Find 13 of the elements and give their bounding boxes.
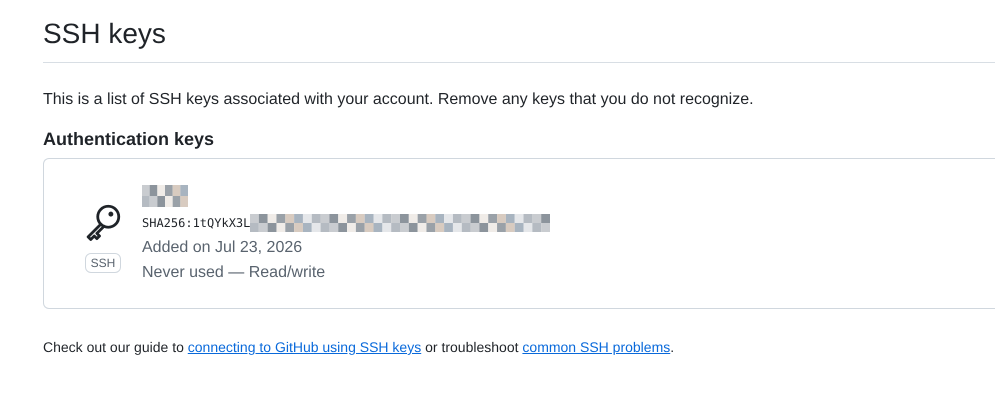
key-type-label: SSH [84, 253, 122, 273]
help-words: or troubleshoot [424, 339, 520, 355]
page-title: SSH keys [43, 18, 995, 63]
help-link[interactable]: connecting to GitHub using SSH keys [188, 339, 422, 355]
section-title: Authentication keys [43, 129, 216, 150]
help-link[interactable]: common SSH problems [522, 339, 670, 355]
usage-info: Never used — Read/write [142, 264, 326, 282]
key-fingerprint: SHA256:1tQYkX3L [142, 216, 250, 230]
added-date: Added on Jul 23, 2026 [142, 239, 304, 257]
help-words: Check out our guide to [43, 339, 185, 355]
intro-text: This is a list of SSH keys associated with your account. Remove any keys that you do not recognize. [43, 91, 755, 109]
help-words: . [670, 339, 674, 355]
redacted-mosaic [142, 185, 188, 207]
